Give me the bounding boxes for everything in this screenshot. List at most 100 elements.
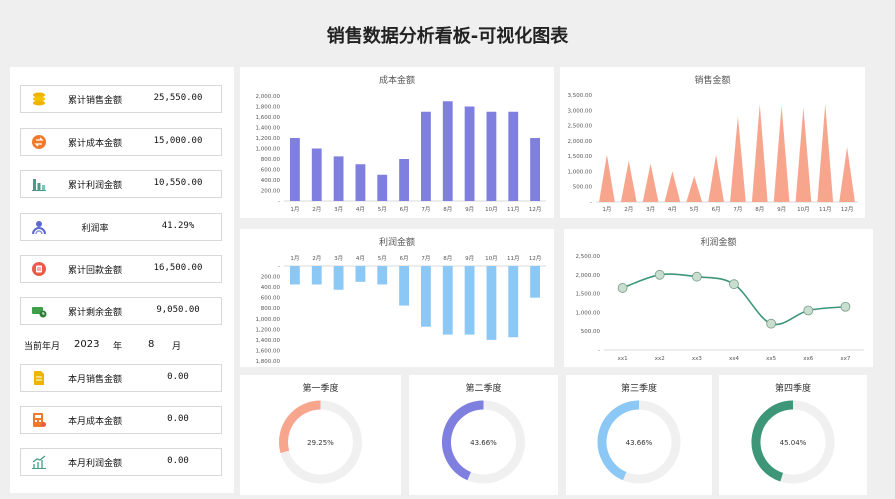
bar bbox=[530, 266, 540, 298]
kpi-total-profit[interactable]: 累计利润金额 10,550.00 bbox=[20, 170, 222, 198]
bar bbox=[464, 266, 475, 335]
x-tick-label: 11月 bbox=[819, 206, 832, 213]
kpi-month-sales[interactable]: 本月销售金额 0.00 bbox=[20, 364, 222, 392]
y-tick-label: - bbox=[598, 348, 600, 354]
kpi-label: 累计成本金额 bbox=[67, 139, 122, 149]
bar bbox=[530, 138, 540, 201]
kpi-month-profit[interactable]: 本月利润金额 0.00 bbox=[20, 448, 222, 476]
bar bbox=[355, 164, 366, 201]
y-tick-label: 1,600.00 bbox=[256, 348, 281, 354]
y-tick-label: 2,500.00 bbox=[568, 124, 593, 130]
profit-bars-icon bbox=[32, 179, 46, 191]
kpi-value: 0.00 bbox=[167, 372, 189, 382]
data-point bbox=[654, 269, 665, 280]
y-tick-label: - bbox=[590, 200, 592, 206]
kpi-value: 16,500.00 bbox=[153, 263, 203, 273]
bar bbox=[333, 156, 344, 201]
kpi-label: 利润率 bbox=[81, 224, 109, 234]
x-tick-label: 4月 bbox=[356, 206, 365, 213]
area-peak bbox=[839, 146, 855, 202]
x-tick-label: 11月 bbox=[507, 255, 520, 262]
kpi-value: 0.00 bbox=[167, 414, 189, 424]
y-tick-label: 2,500.00 bbox=[576, 254, 601, 260]
x-tick-label: 8月 bbox=[443, 206, 452, 213]
x-tick-label: 5月 bbox=[378, 255, 387, 262]
profit-bar-panel: 利润金额 - 200.00 400.00 600.00 800.00 1,000.00 1,… bbox=[240, 229, 554, 367]
data-point bbox=[766, 318, 777, 329]
kpi-value: 41.29% bbox=[161, 221, 195, 231]
bar bbox=[311, 266, 322, 285]
bar bbox=[508, 111, 519, 201]
kpi-label: 累计销售金额 bbox=[67, 96, 122, 106]
x-tick-label: 9月 bbox=[465, 206, 474, 213]
donut-label: 29.25% bbox=[307, 439, 334, 447]
chart-title: 利润金额 bbox=[378, 238, 415, 248]
growth-chart-icon bbox=[32, 455, 46, 469]
bar bbox=[311, 148, 322, 201]
period-year[interactable]: 2023 bbox=[74, 339, 99, 350]
y-tick-label: 3,000.00 bbox=[568, 108, 593, 114]
document-icon bbox=[34, 371, 44, 385]
data-point bbox=[617, 283, 628, 293]
kpi-total-sales[interactable]: 累计销售金额 25,550.00 bbox=[20, 85, 222, 113]
bar bbox=[377, 174, 388, 201]
kpi-value: 10,550.00 bbox=[153, 178, 203, 188]
x-tick-label: 3月 bbox=[334, 206, 343, 213]
bar bbox=[333, 266, 344, 290]
area-peak bbox=[599, 154, 615, 202]
data-point bbox=[803, 305, 814, 316]
kpi-month-cost[interactable]: 本月成本金额 0.00 bbox=[20, 406, 222, 434]
y-tick-label: 1,500.00 bbox=[568, 154, 593, 160]
cost-bar-chart[interactable]: - 200.00 400.00 600.00 800.00 1,000.00 1,200.0… bbox=[240, 67, 554, 218]
period-month[interactable]: 8 bbox=[148, 339, 154, 350]
data-point bbox=[729, 279, 739, 290]
area-peak bbox=[686, 176, 703, 202]
bar bbox=[290, 266, 300, 285]
kpi-value: 15,000.00 bbox=[153, 136, 203, 146]
kpi-profit-rate[interactable]: 利润率 41.29% bbox=[20, 213, 222, 241]
x-tick-label: 7月 bbox=[733, 206, 742, 213]
x-tick-label: xx2 bbox=[655, 356, 665, 362]
donut-title: 第二季度 bbox=[465, 384, 502, 394]
x-tick-label: 4月 bbox=[668, 206, 677, 213]
donut-title: 第一季度 bbox=[302, 384, 339, 394]
bar bbox=[421, 111, 431, 201]
x-tick-label: 6月 bbox=[712, 206, 721, 213]
kpi-label: 本月成本金额 bbox=[67, 417, 122, 427]
y-tick-label: 400.00 bbox=[261, 178, 281, 184]
y-tick-label: 1,000.00 bbox=[256, 147, 281, 153]
kpi-value: 25,550.00 bbox=[153, 93, 203, 103]
area-peak bbox=[708, 154, 724, 202]
y-tick-label: 600.00 bbox=[261, 168, 281, 174]
x-tick-label: 7月 bbox=[421, 206, 430, 213]
kpi-total-cost[interactable]: 累计成本金额 15,000.00 bbox=[20, 128, 222, 156]
area-peak bbox=[751, 104, 768, 202]
profit-line-chart[interactable]: - 500.00 1,000.00 1,500.00 2,000.00 2,500.00 x… bbox=[564, 229, 873, 367]
bar bbox=[464, 106, 475, 201]
x-tick-label: 10月 bbox=[797, 206, 810, 213]
x-tick-label: 5月 bbox=[378, 206, 387, 213]
kpi-total-remaining[interactable]: 累计剩余金额 9,050.00 bbox=[20, 297, 222, 325]
x-tick-label: xx4 bbox=[729, 356, 740, 362]
area-peak bbox=[773, 105, 790, 202]
y-tick-label: 800.00 bbox=[261, 306, 281, 312]
area-peak bbox=[795, 107, 812, 202]
profit-bar-chart[interactable]: - 200.00 400.00 600.00 800.00 1,000.00 1,200.0… bbox=[240, 229, 554, 367]
x-tick-label: 2月 bbox=[624, 206, 633, 213]
y-tick-label: - bbox=[278, 264, 280, 270]
kpi-label: 累计剩余金额 bbox=[67, 308, 122, 318]
x-tick-label: 1月 bbox=[602, 206, 611, 213]
sales-area-chart[interactable]: - 500.00 1,000.00 1,500.00 2,000.00 2,500.00 3… bbox=[560, 67, 865, 218]
x-tick-label: 4月 bbox=[356, 255, 365, 262]
y-tick-label: 2,000.00 bbox=[256, 94, 281, 100]
x-tick-label: 8月 bbox=[755, 206, 764, 213]
bar bbox=[442, 266, 453, 335]
x-tick-label: xx1 bbox=[618, 356, 628, 362]
kpi-total-payment[interactable]: 累计回款金额 16,500.00 bbox=[20, 255, 222, 283]
x-tick-label: xx3 bbox=[692, 356, 703, 362]
x-tick-label: 7月 bbox=[421, 255, 430, 262]
x-tick-label: 8月 bbox=[443, 255, 452, 262]
bar bbox=[355, 266, 366, 282]
x-tick-label: 1月 bbox=[290, 255, 299, 262]
chart-title: 销售金额 bbox=[694, 76, 731, 86]
